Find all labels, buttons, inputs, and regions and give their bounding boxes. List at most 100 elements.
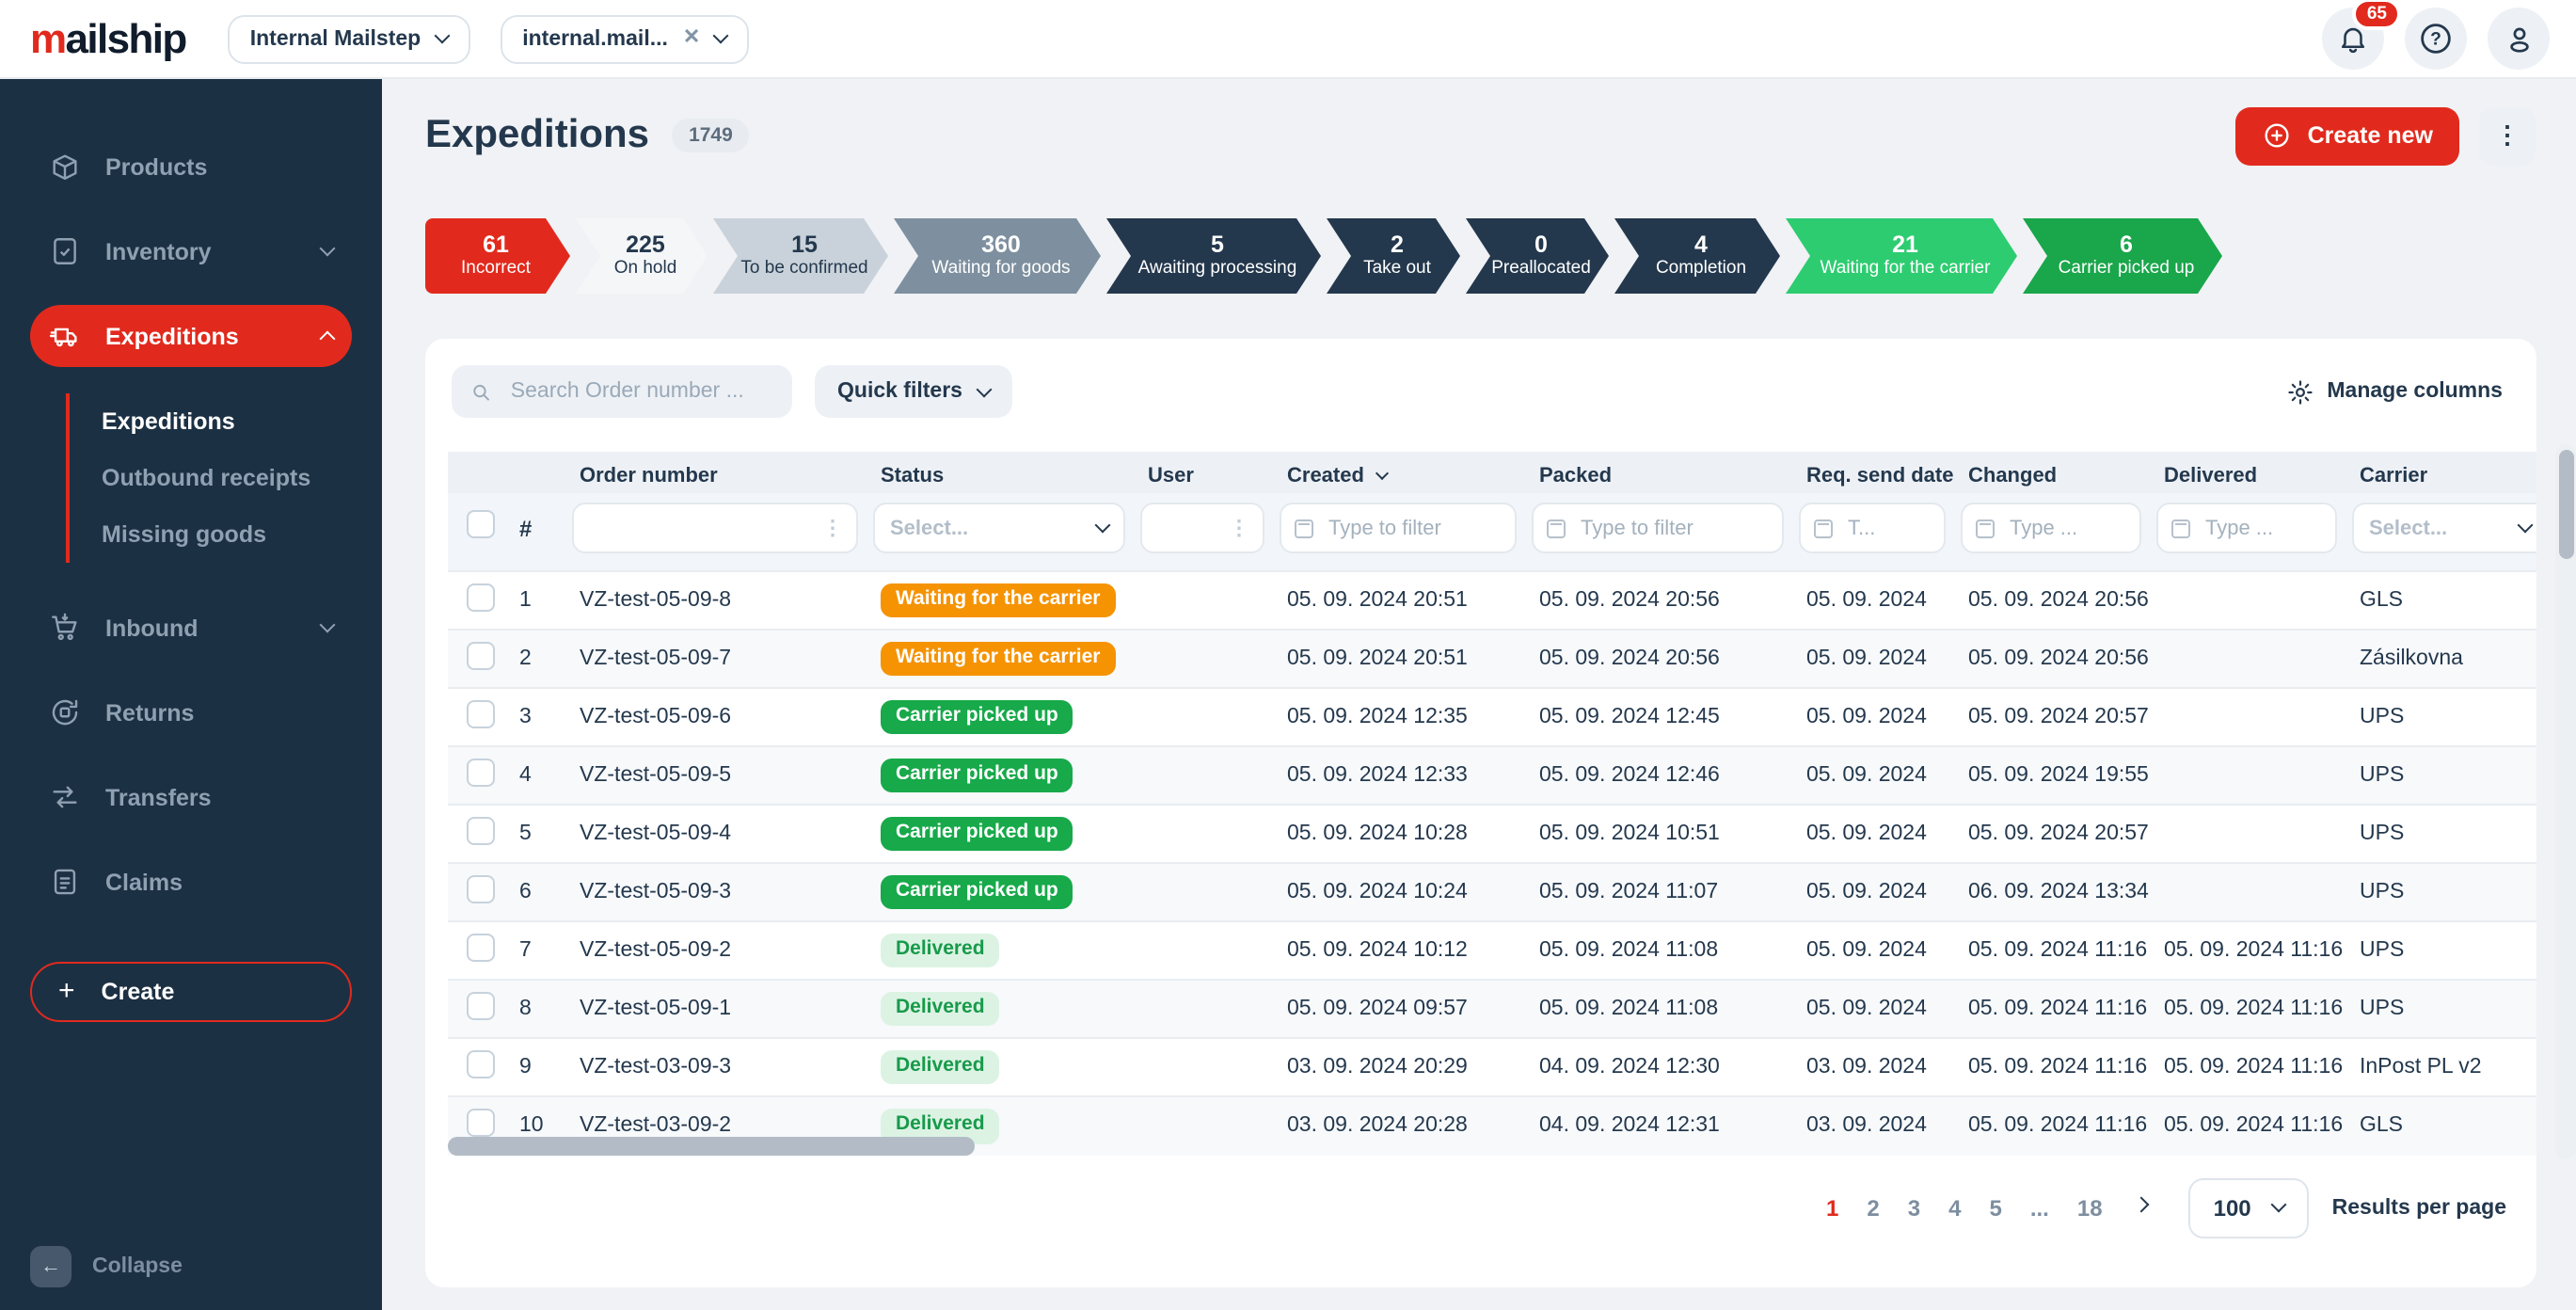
created-cell: 05. 09. 2024 12:35 bbox=[1272, 688, 1524, 746]
create-new-button[interactable]: Create new bbox=[2236, 106, 2459, 165]
organization-select[interactable]: Internal Mailstep bbox=[228, 14, 470, 63]
sidebar-item-expeditions[interactable]: Expeditions bbox=[30, 305, 352, 367]
pipeline-step[interactable]: 6Carrier picked up bbox=[2023, 218, 2222, 294]
row-checkbox[interactable] bbox=[466, 992, 494, 1020]
column-header-delivered[interactable]: Delivered bbox=[2149, 452, 2345, 493]
search-input[interactable] bbox=[507, 378, 773, 405]
row-checkbox[interactable] bbox=[466, 642, 494, 670]
page-number[interactable]: 18 bbox=[2077, 1195, 2103, 1222]
collapse-button[interactable]: ← Collapse bbox=[30, 1246, 183, 1287]
sidebar-item-claims[interactable]: Claims bbox=[30, 851, 352, 913]
notifications-button[interactable]: 65 bbox=[2322, 8, 2384, 70]
horizontal-scrollbar[interactable] bbox=[448, 1136, 2514, 1155]
sidebar-item-inventory[interactable]: Inventory bbox=[30, 220, 352, 282]
column-header-changed[interactable]: Changed bbox=[1953, 452, 2149, 493]
column-header-order-number[interactable]: Order number bbox=[564, 452, 866, 493]
filter-user[interactable]: ⋮ bbox=[1140, 503, 1264, 553]
sidebar-subitem-expeditions[interactable]: Expeditions bbox=[70, 393, 382, 450]
table-row[interactable]: 5 VZ-test-05-09-4 Carrier picked up 05. … bbox=[448, 805, 2536, 863]
column-header-packed[interactable]: Packed bbox=[1524, 452, 1791, 493]
pipeline-step[interactable]: 5Awaiting processing bbox=[1106, 218, 1321, 294]
page-number[interactable]: 3 bbox=[1908, 1195, 1920, 1222]
row-checkbox[interactable] bbox=[466, 934, 494, 962]
environment-select[interactable]: internal.mail... ✕ bbox=[500, 14, 749, 63]
filter-packed-date[interactable] bbox=[1532, 503, 1784, 553]
sidebar-create-button[interactable]: + Create bbox=[30, 962, 352, 1022]
vertical-scrollbar-thumb[interactable] bbox=[2558, 450, 2573, 559]
sidebar-subitem-missing-goods[interactable]: Missing goods bbox=[70, 506, 382, 563]
table-row[interactable]: 7 VZ-test-05-09-2 Delivered 05. 09. 2024… bbox=[448, 921, 2536, 980]
calendar-icon bbox=[1814, 519, 1833, 537]
filter-status-select[interactable]: Select... bbox=[873, 503, 1125, 553]
chevron-down-icon bbox=[2271, 1197, 2287, 1213]
pipeline-step[interactable]: 61Incorrect bbox=[425, 218, 570, 294]
filter-created-date[interactable] bbox=[1280, 503, 1517, 553]
page-number[interactable]: 4 bbox=[1948, 1195, 1961, 1222]
page-number[interactable]: 5 bbox=[1989, 1195, 2001, 1222]
pipeline-step[interactable]: 2Take out bbox=[1327, 218, 1460, 294]
row-checkbox[interactable] bbox=[466, 759, 494, 787]
filter-changed-date[interactable] bbox=[1961, 503, 2141, 553]
delivered-cell: 05. 09. 2024 11:16 bbox=[2149, 921, 2345, 980]
filter-req-send-date[interactable] bbox=[1799, 503, 1946, 553]
pipeline-step[interactable]: 21Waiting for the carrier bbox=[1786, 218, 2017, 294]
row-checkbox[interactable] bbox=[466, 1110, 494, 1138]
sidebar-item-inbound[interactable]: Inbound bbox=[30, 597, 352, 659]
filter-carrier-select[interactable]: Select... bbox=[2352, 503, 2536, 553]
order-number-cell: VZ-test-05-09-7 bbox=[564, 630, 866, 688]
results-per-page-select[interactable]: 100 bbox=[2189, 1178, 2310, 1238]
page-number[interactable]: 1 bbox=[1826, 1195, 1838, 1222]
table-row[interactable]: 3 VZ-test-05-09-6 Carrier picked up 05. … bbox=[448, 688, 2536, 746]
row-number: 7 bbox=[512, 921, 564, 980]
chevron-down-icon bbox=[320, 617, 336, 633]
column-header-req-send-date[interactable]: Req. send date bbox=[1791, 452, 1953, 493]
page-actions-menu-button[interactable]: ⋮ bbox=[2478, 106, 2536, 165]
row-number: 4 bbox=[512, 746, 564, 805]
table-row[interactable]: 9 VZ-test-03-09-3 Delivered 03. 09. 2024… bbox=[448, 1038, 2536, 1096]
table-row[interactable]: 1 VZ-test-05-09-8 Waiting for the carrie… bbox=[448, 571, 2536, 630]
table-row[interactable]: 6 VZ-test-05-09-3 Carrier picked up 05. … bbox=[448, 863, 2536, 921]
sidebar-item-products[interactable]: Products bbox=[30, 136, 352, 198]
order-number-cell: VZ-test-05-09-1 bbox=[564, 980, 866, 1038]
pipeline-step[interactable]: 225On hold bbox=[576, 218, 708, 294]
page-title: Expeditions bbox=[425, 113, 649, 158]
horizontal-scrollbar-thumb[interactable] bbox=[448, 1136, 975, 1155]
carrier-cell: Zásilkovna bbox=[2345, 630, 2536, 688]
sidebar-subitem-outbound-receipts[interactable]: Outbound receipts bbox=[70, 450, 382, 506]
clear-icon[interactable]: ✕ bbox=[683, 28, 700, 49]
manage-columns-button[interactable]: Manage columns bbox=[2285, 377, 2510, 406]
select-all-checkbox[interactable] bbox=[466, 509, 494, 537]
filter-delivered-date[interactable] bbox=[2156, 503, 2337, 553]
vertical-scrollbar[interactable] bbox=[2555, 444, 2576, 1159]
account-button[interactable] bbox=[2488, 8, 2550, 70]
column-header-user[interactable]: User bbox=[1133, 452, 1272, 493]
chevron-down-icon bbox=[713, 28, 729, 44]
row-checkbox[interactable] bbox=[466, 875, 494, 903]
next-page-button[interactable] bbox=[2137, 1206, 2148, 1211]
column-header-carrier[interactable]: Carrier bbox=[2345, 452, 2536, 493]
search-box[interactable] bbox=[452, 365, 792, 418]
page-number[interactable]: 2 bbox=[1867, 1195, 1879, 1222]
pipeline-step[interactable]: 360Waiting for goods bbox=[894, 218, 1101, 294]
table-row[interactable]: 4 VZ-test-05-09-5 Carrier picked up 05. … bbox=[448, 746, 2536, 805]
pipeline-step[interactable]: 15To be confirmed bbox=[713, 218, 888, 294]
column-header-status[interactable]: Status bbox=[866, 452, 1133, 493]
row-checkbox[interactable] bbox=[466, 700, 494, 728]
row-checkbox[interactable] bbox=[466, 817, 494, 845]
row-checkbox[interactable] bbox=[466, 583, 494, 612]
filter-order-number[interactable]: ⋮ bbox=[572, 503, 858, 553]
sidebar-item-returns[interactable]: Returns bbox=[30, 681, 352, 743]
user-cell bbox=[1133, 980, 1272, 1038]
delivered-cell bbox=[2149, 630, 2345, 688]
created-cell: 05. 09. 2024 12:33 bbox=[1272, 746, 1524, 805]
sidebar-item-transfers[interactable]: Transfers bbox=[30, 766, 352, 828]
help-button[interactable]: ? bbox=[2405, 8, 2467, 70]
table-row[interactable]: 2 VZ-test-05-09-7 Waiting for the carrie… bbox=[448, 630, 2536, 688]
quick-filters-button[interactable]: Quick filters bbox=[815, 365, 1013, 418]
created-cell: 05. 09. 2024 20:51 bbox=[1272, 630, 1524, 688]
table-row[interactable]: 8 VZ-test-05-09-1 Delivered 05. 09. 2024… bbox=[448, 980, 2536, 1038]
pipeline-step[interactable]: 0Preallocated bbox=[1466, 218, 1609, 294]
pipeline-step[interactable]: 4Completion bbox=[1614, 218, 1780, 294]
column-header-created[interactable]: Created bbox=[1272, 452, 1524, 493]
row-checkbox[interactable] bbox=[466, 1050, 494, 1078]
